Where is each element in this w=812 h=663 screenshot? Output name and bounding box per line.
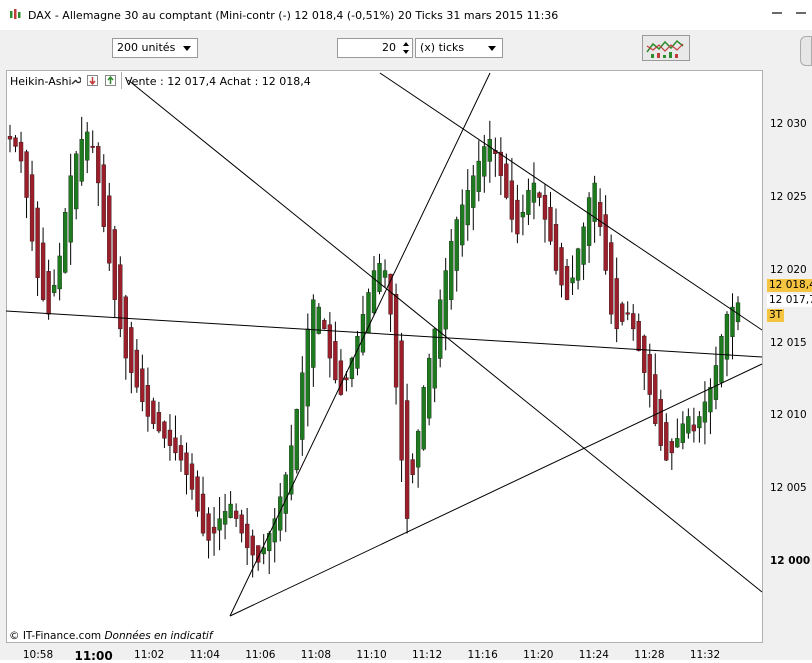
x-tick-label: 11:20 bbox=[523, 649, 554, 661]
ticks-unit-select[interactable]: (x) ticks bbox=[415, 38, 503, 58]
y-tick-label: 12 020 bbox=[770, 263, 807, 276]
x-tick-label: 11:02 bbox=[134, 649, 165, 661]
ask-price-badge: 12 018,4 bbox=[767, 279, 812, 292]
bid-price-badge: 12 017,7 bbox=[767, 294, 812, 307]
chart-footer: © IT-Finance.com Données en indicatif bbox=[9, 630, 213, 642]
chevron-down-icon bbox=[488, 46, 496, 51]
x-tick-label: 11:24 bbox=[578, 649, 609, 661]
window-titlebar: DAX - Allemagne 30 au comptant (Mini-con… bbox=[0, 0, 812, 31]
y-tick-label: 12 030 bbox=[770, 117, 807, 130]
plot-area[interactable] bbox=[6, 70, 763, 643]
x-tick-label: 11:10 bbox=[356, 649, 387, 661]
stepper-up-icon[interactable] bbox=[403, 42, 409, 46]
buy-arrow-icon[interactable] bbox=[105, 75, 116, 86]
y-tick-label: 12 000 bbox=[770, 555, 811, 568]
indicators-icon bbox=[646, 39, 684, 58]
panel-scroll-handle[interactable] bbox=[800, 36, 812, 66]
x-tick-label: 11:12 bbox=[411, 649, 443, 661]
indicators-button[interactable] bbox=[642, 35, 690, 61]
wrench-icon[interactable] bbox=[70, 75, 81, 86]
bid-ask-quote: Vente : 12 017,4 Achat : 12 018,4 bbox=[125, 75, 311, 88]
ticks-unit-select-value: (x) ticks bbox=[420, 41, 465, 54]
y-tick-label: 12 010 bbox=[770, 409, 807, 422]
x-tick-label: 11:16 bbox=[467, 649, 498, 661]
header-divider bbox=[121, 72, 122, 89]
ticks-stepper-value: 20 bbox=[382, 41, 396, 54]
x-tick-label: 11:04 bbox=[189, 649, 220, 661]
chevron-down-icon bbox=[183, 46, 191, 51]
x-tick-label: 11:28 bbox=[634, 649, 665, 661]
x-tick-label: 11:32 bbox=[689, 649, 721, 661]
stepper-down-icon[interactable] bbox=[403, 50, 409, 54]
minimize-button[interactable] bbox=[772, 12, 782, 14]
units-select[interactable]: 200 unités bbox=[112, 38, 198, 58]
x-tick-label: 11:06 bbox=[245, 649, 276, 661]
ticks-badge: 3T bbox=[767, 309, 785, 322]
maximize-button[interactable] bbox=[796, 12, 806, 14]
y-tick-label: 12 015 bbox=[770, 336, 807, 349]
y-tick-label: 12 025 bbox=[770, 190, 807, 203]
ticks-stepper[interactable]: 20 bbox=[337, 38, 413, 58]
sell-arrow-icon[interactable] bbox=[87, 75, 98, 86]
data-note-text: Données en indicatif bbox=[104, 630, 213, 642]
window-title: DAX - Allemagne 30 au comptant (Mini-con… bbox=[28, 9, 559, 22]
toolbar: 200 unités 20 (x) ticks bbox=[0, 30, 812, 70]
chart-area bbox=[0, 70, 812, 660]
units-select-value: 200 unités bbox=[117, 41, 176, 54]
x-tick-label: 10:58 bbox=[22, 649, 54, 661]
chart-style-label[interactable]: Heikin-Ashi bbox=[10, 75, 72, 88]
y-tick-label: 12 005 bbox=[770, 482, 807, 495]
x-tick-label: 11:00 bbox=[74, 649, 113, 663]
x-tick-label: 11:08 bbox=[300, 649, 332, 661]
app-chart-icon bbox=[10, 9, 21, 19]
copyright-text: © IT-Finance.com bbox=[9, 630, 102, 642]
